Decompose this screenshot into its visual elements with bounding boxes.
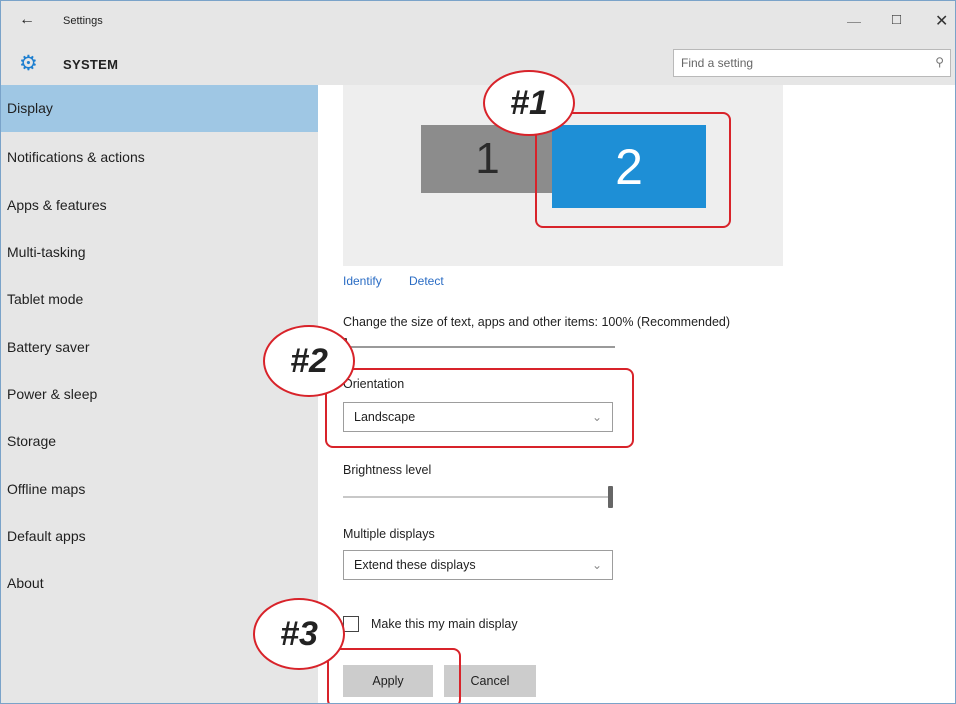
identify-link[interactable]: Identify	[343, 274, 382, 288]
annotation-box-3	[327, 648, 461, 703]
sidebar-item-about[interactable]: About	[1, 560, 318, 607]
sidebar-item-notifications[interactable]: Notifications & actions	[1, 134, 318, 181]
annotation-box-2	[325, 368, 634, 448]
annotation-badge-3: #3	[253, 598, 345, 670]
main-display-checkbox-label[interactable]: Make this my main display	[371, 617, 518, 631]
window-title: Settings	[63, 15, 103, 27]
back-arrow-icon[interactable]: ←	[19, 11, 35, 29]
multiple-displays-label: Multiple displays	[343, 527, 435, 541]
search-input[interactable]	[681, 54, 911, 72]
multiple-displays-dropdown[interactable]: Extend these displays ⌄	[343, 550, 613, 580]
settings-header: ⚙ SYSTEM ⚲	[1, 43, 955, 85]
sidebar-item-multitasking[interactable]: Multi-tasking	[1, 229, 318, 276]
gear-icon: ⚙	[19, 52, 38, 75]
sidebar-item-display[interactable]: Display	[1, 85, 318, 132]
multiple-displays-value: Extend these displays	[354, 558, 476, 572]
minimize-button[interactable]: —	[847, 13, 861, 29]
annotation-badge-2: #2	[263, 325, 355, 397]
annotation-badge-1: #1	[483, 70, 575, 136]
sidebar-item-tablet-mode[interactable]: Tablet mode	[1, 276, 318, 323]
title-bar: ← Settings — □ ✕	[1, 1, 955, 43]
maximize-button[interactable]: □	[892, 11, 901, 28]
brightness-slider-thumb[interactable]	[608, 486, 613, 508]
scale-slider-track[interactable]	[343, 346, 615, 348]
sidebar-item-apps-features[interactable]: Apps & features	[1, 182, 318, 229]
section-title: SYSTEM	[63, 57, 119, 72]
chevron-down-icon: ⌄	[591, 558, 602, 572]
settings-window: ← Settings — □ ✕ ⚙ SYSTEM ⚲ Display Noti…	[0, 0, 956, 704]
search-box[interactable]: ⚲	[673, 49, 951, 77]
sidebar-item-default-apps[interactable]: Default apps	[1, 513, 318, 560]
sidebar-item-storage[interactable]: Storage	[1, 418, 318, 465]
main-display-checkbox[interactable]	[343, 616, 359, 632]
detect-link[interactable]: Detect	[409, 274, 444, 288]
annotation-box-1	[535, 112, 731, 228]
brightness-label: Brightness level	[343, 463, 432, 477]
brightness-slider-track[interactable]	[343, 496, 613, 498]
scale-label: Change the size of text, apps and other …	[343, 315, 731, 329]
close-button[interactable]: ✕	[935, 11, 948, 31]
sidebar-item-offline-maps[interactable]: Offline maps	[1, 466, 318, 513]
search-icon[interactable]: ⚲	[935, 55, 944, 69]
